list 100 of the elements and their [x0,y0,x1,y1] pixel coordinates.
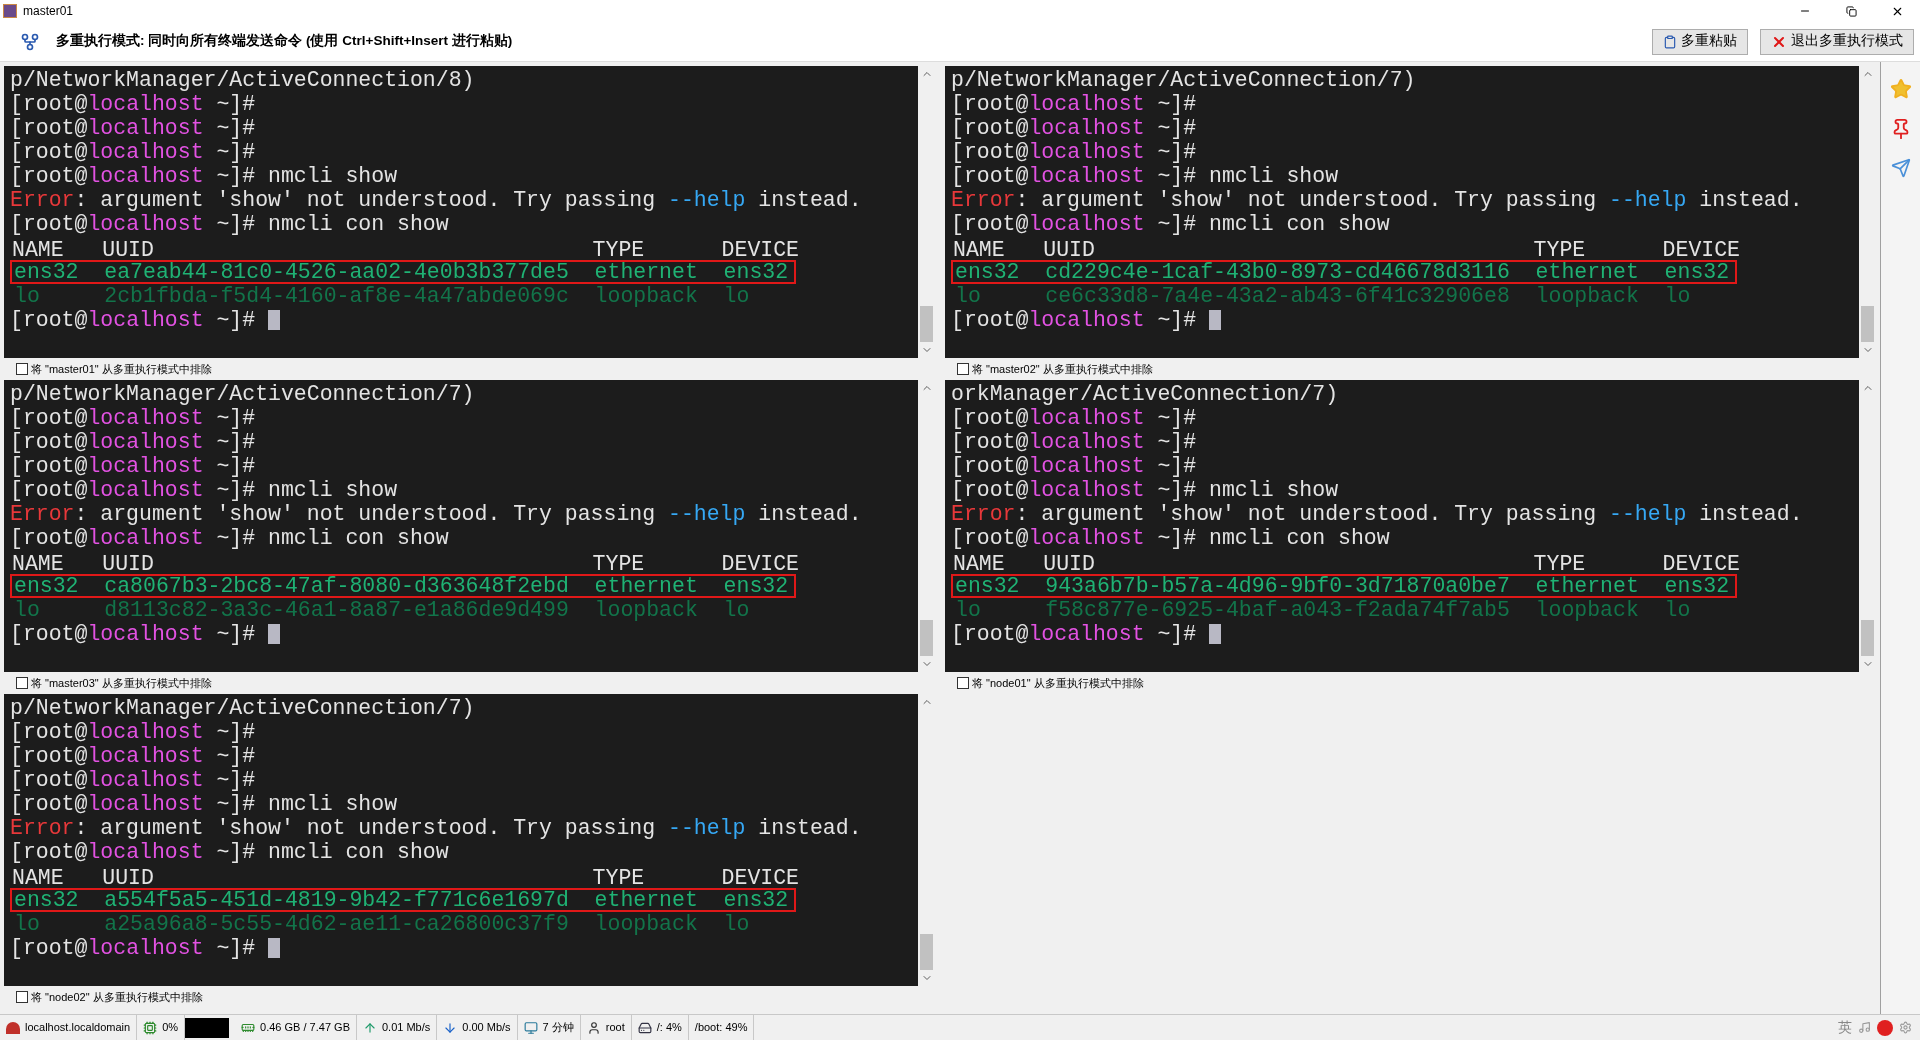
restore-icon [1845,5,1857,17]
column-header: UUID [1043,238,1095,262]
terminal-pane[interactable] [945,380,1876,672]
checkbox[interactable] [16,991,28,1003]
table-cell: loopback [1535,284,1639,308]
prompt-line: [root@localhost ~]# [10,720,256,744]
checkbox-label: 将 "master03" 从多重执行模式中排除 [31,675,212,691]
star-icon[interactable] [1889,78,1912,100]
column-header: TYPE [1533,238,1586,262]
column-header: DEVICE [1662,238,1740,262]
table-cell: ethernet [1535,260,1639,284]
column-header: NAME [953,238,1005,262]
table-cell: d8113c82-3a3c-46a1-8a87-e1a86de9d499 [104,598,569,622]
checkbox-label: 将 "master01" 从多重执行模式中排除 [31,361,212,377]
status-text: /boot: 49% [694,1020,748,1036]
scrollbar-thumb[interactable] [1861,306,1874,342]
checkbox[interactable] [957,677,969,689]
column-header: DEVICE [721,866,799,890]
scrollbar-thumb[interactable] [1861,620,1874,656]
checkbox-label: 将 "node01" 从多重执行模式中排除 [972,675,1144,691]
prompt-line: [root@localhost ~]# [10,454,256,478]
prompt-line: [root@localhost ~]# nmcli show [10,164,398,188]
table-cell: ethernet [594,888,698,912]
fork-icon [20,31,40,52]
table-cell: 943a6b7b-b57a-4d96-9bf0-3d71870a0be7 [1045,574,1510,598]
table-cell: lo [723,912,750,936]
prompt-line: [root@localhost ~]# nmcli con show [10,526,449,550]
table-cell: cd229c4e-1caf-43b0-8973-cd46678d3116 [1045,260,1510,284]
error-icon[interactable] [1877,1019,1893,1036]
column-header: NAME [953,552,1005,576]
table-cell: ens32 [723,260,789,284]
window-title: master01 [23,3,74,20]
column-header: NAME [12,866,64,890]
prompt-line: [root@localhost ~]# [10,116,256,140]
table-cell: lo [14,912,40,936]
terminal-pane[interactable] [4,380,935,672]
prompt-line: [root@localhost ~]# [10,406,256,430]
table-cell: ens32 [723,574,789,598]
terminal-output: orkManager/ActiveConnection/7) [951,382,1339,406]
terminal-pane[interactable] [945,66,1876,358]
note-icon[interactable] [1858,1021,1871,1034]
table-cell: ens32 [14,260,79,284]
table-cell: ethernet [594,260,698,284]
terminal-output: p/NetworkManager/ActiveConnection/7) [10,382,475,406]
prompt-line: [root@localhost ~]# [10,140,256,164]
paper-plane-icon[interactable] [1890,158,1911,178]
checkbox-label: 将 "node02" 从多重执行模式中排除 [31,989,203,1005]
table-cell: lo [723,284,750,308]
prompt-line: [root@localhost ~]# nmcli show [951,478,1339,502]
monitor-icon [523,1020,538,1035]
table-cell: a554f5a5-451d-4819-9b42-f771c6e1697d [104,888,569,912]
cpu-icon [143,1020,158,1035]
prompt-line: [root@localhost ~]# [951,454,1197,478]
table-cell: lo [1664,598,1691,622]
column-header: DEVICE [1662,552,1740,576]
settings-icon[interactable] [1899,1021,1912,1034]
column-header: TYPE [1533,552,1586,576]
column-header: DEVICE [721,238,799,262]
scrollbar-thumb[interactable] [920,934,933,970]
table-cell: lo [14,284,40,308]
table-cell: lo [955,598,981,622]
status-text: 0.46 GB / 7.47 GB [260,1020,350,1036]
table-cell: ens32 [1664,260,1730,284]
terminal-pane[interactable] [4,66,935,358]
paste-button[interactable]: 多重粘贴 [1652,28,1748,55]
checkbox[interactable] [16,363,28,375]
error-message: Error: argument 'show' not understood. Try passing --help instead. [10,816,862,840]
table-cell: loopback [594,598,698,622]
cpu-graph [185,1017,230,1038]
prompt-line: [root@localhost ~]# [951,406,1197,430]
exit-button[interactable]: 退出多重执行模式 [1760,28,1914,55]
prompt-line: [root@localhost ~]# nmcli con show [951,526,1390,550]
table-cell: ens32 [14,888,79,912]
table-cell: ens32 [955,574,1020,598]
error-message: Error: argument 'show' not understood. Try passing --help instead. [10,188,862,212]
column-header: TYPE [592,552,645,576]
checkbox[interactable] [957,363,969,375]
terminal-output: p/NetworkManager/ActiveConnection/7) [951,68,1416,92]
prompt-line: [root@localhost ~]# nmcli show [10,792,398,816]
prompt-line: [root@localhost ~]# [951,430,1197,454]
prompt-line: [root@localhost ~]# [10,744,256,768]
column-header: UUID [102,866,154,890]
mode-message: 多重执行模式: 同时向所有终端发送命令 (使用 Ctrl+Shift+Insert 进行粘贴) [56,32,513,51]
prompt-line: [root@localhost ~]# [951,116,1197,140]
table-cell: ca8067b3-2bc8-47af-8080-d363648f2ebd [104,574,569,598]
column-header: UUID [102,552,154,576]
table-cell: ens32 [1664,574,1730,598]
status-text: 0.00 Mb/s [462,1020,511,1036]
prompt-line: [root@localhost ~]# [10,92,256,116]
scrollbar-thumb[interactable] [920,620,933,656]
user-icon [586,1020,601,1035]
status-text: root [605,1020,625,1036]
status-text: 7 分钟 [542,1020,574,1036]
checkbox[interactable] [16,677,28,689]
scrollbar-thumb[interactable] [920,306,933,342]
prompt-line: [root@localhost ~]# nmcli con show [10,212,449,236]
table-cell: ens32 [955,260,1020,284]
terminal-pane[interactable] [4,694,935,986]
table-cell: ethernet [594,574,698,598]
prompt-line: [root@localhost ~]# [10,622,256,646]
